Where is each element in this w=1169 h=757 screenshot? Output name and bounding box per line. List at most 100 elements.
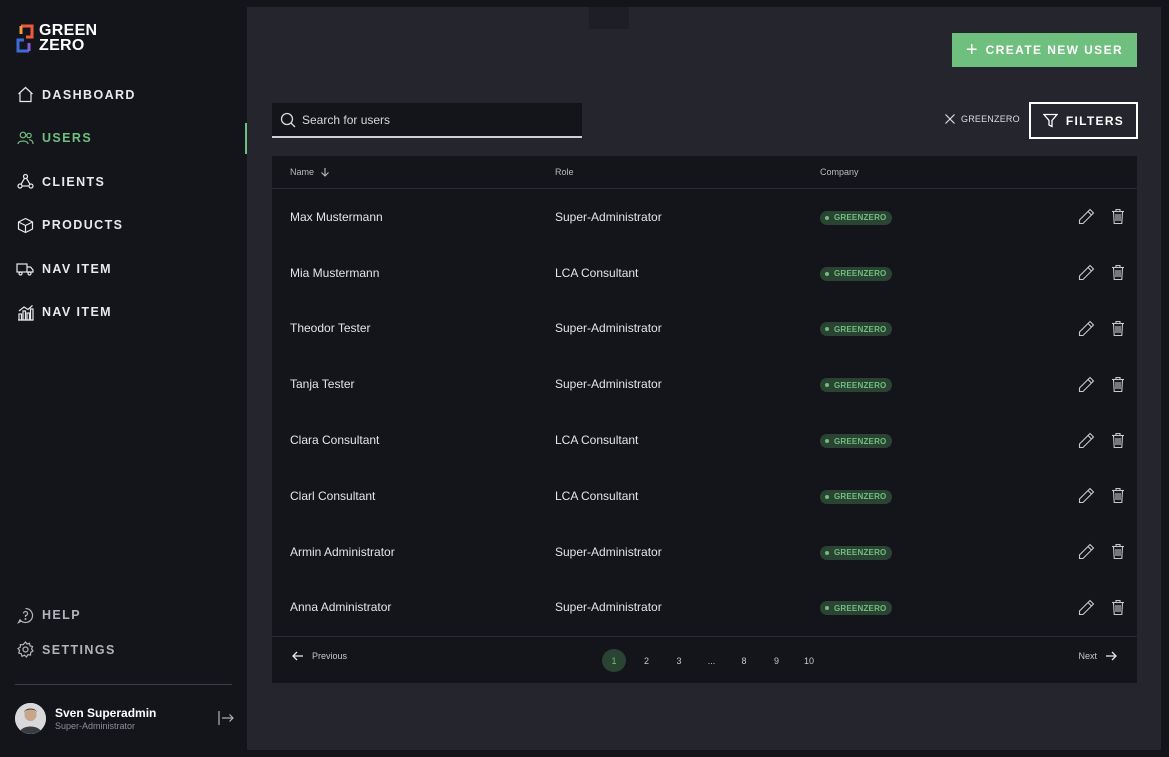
active-filter-label: GREENZERO [961, 114, 1020, 124]
page-number[interactable]: 8 [732, 649, 756, 672]
row-actions [1063, 543, 1127, 561]
header-name-label: Name [290, 167, 315, 177]
close-icon[interactable] [944, 113, 956, 125]
trash-icon[interactable] [1109, 431, 1127, 449]
table-row[interactable]: Armin Administrator Super-Administrator GR… [272, 524, 1137, 580]
sidebar-item-label: PRODUCTS [42, 218, 124, 233]
top-tab-notch [589, 7, 629, 29]
help-icon [16, 606, 34, 624]
truck-icon [16, 260, 34, 278]
page-number[interactable]: 2 [635, 649, 659, 672]
row-actions [1063, 375, 1127, 393]
company-badge-label: GREENZERO [834, 269, 887, 279]
user-name: Max Mustermann [290, 209, 383, 224]
row-actions [1063, 487, 1127, 505]
header-role: Role [555, 167, 574, 177]
user-name: Mia Mustermann [290, 265, 380, 280]
create-new-user-button[interactable]: + CREATE NEW USER [952, 33, 1137, 67]
brand-logo[interactable]: GREEN ZERO [15, 22, 98, 54]
page-number[interactable]: 9 [765, 649, 789, 672]
user-role: Super-Administrator [555, 600, 662, 615]
filters-button[interactable]: FILTERS [1029, 102, 1138, 139]
sidebar-item-label: NAV ITEM [42, 305, 112, 320]
user-role: LCA Consultant [555, 433, 639, 448]
trash-icon[interactable] [1109, 487, 1127, 505]
plus-icon: + [965, 39, 978, 61]
home-icon [16, 86, 34, 104]
page-list: 1 2 3... 8 9 10 [602, 649, 830, 672]
box-icon [16, 216, 34, 234]
status-dot [825, 494, 829, 499]
status-dot [825, 606, 829, 611]
next-page-button[interactable]: Next [1078, 651, 1117, 661]
table-body: Max Mustermann Super-Administrator GREENZE… [272, 189, 1137, 635]
user-profile[interactable]: Sven Superadmin Super-Administrator [15, 702, 235, 734]
arrow-down-icon [321, 168, 329, 177]
company-badge-label: GREENZERO [834, 324, 887, 334]
logout-icon[interactable] [217, 709, 235, 727]
clients-icon [16, 173, 34, 191]
user-name: Clara Consultant [290, 433, 380, 448]
edit-icon[interactable] [1077, 487, 1095, 505]
sidebar-item-label: NAV ITEM [42, 261, 112, 276]
table-row[interactable]: Clara Consultant LCA Consultant GREENZERO [272, 412, 1137, 468]
brand-line-2: ZERO [39, 37, 85, 54]
trash-icon[interactable] [1109, 208, 1127, 226]
edit-icon[interactable] [1077, 598, 1095, 616]
edit-icon[interactable] [1077, 375, 1095, 393]
table-row[interactable]: Theodor Tester Super-Administrator GREENZE… [272, 301, 1137, 357]
edit-icon[interactable] [1077, 264, 1095, 282]
gear-icon [16, 641, 34, 659]
user-name: Anna Administrator [290, 600, 392, 615]
active-filter-chip[interactable]: GREENZERO [944, 113, 1020, 125]
search-icon [280, 112, 296, 127]
sidebar-item-nav-2[interactable]: NAV ITEM [0, 291, 247, 335]
sidebar-item-help[interactable]: HELP [0, 598, 247, 633]
user-role: Super-Administrator [555, 377, 662, 392]
sidebar-item-label: USERS [42, 131, 93, 146]
brand-wordmark: GREEN ZERO [39, 22, 98, 54]
user-role: LCA Consultant [555, 265, 639, 280]
page-number[interactable]: 3 [667, 649, 691, 672]
sidebar-item-settings[interactable]: SETTINGS [0, 633, 247, 668]
previous-page-button[interactable]: Previous [292, 651, 347, 661]
table-row[interactable]: Anna Administrator Super-Administrator GRE… [272, 580, 1137, 636]
trash-icon[interactable] [1109, 375, 1127, 393]
main-nav: DASHBOARD USERS CLIENTS PRODUCTS NAV ITE… [0, 73, 247, 334]
table-row[interactable]: Tanja Tester Super-Administrator GREENZERO [272, 356, 1137, 412]
user-role: Super-Administrator [555, 544, 662, 559]
table-row[interactable]: Clarl Consultant LCA Consultant GREENZERO [272, 468, 1137, 524]
sidebar-item-users[interactable]: USERS [0, 117, 247, 161]
company-cell: GREENZERO [820, 599, 893, 616]
main-panel: + CREATE NEW USER GREENZERO FILTERS Name… [247, 7, 1161, 750]
table-row[interactable]: Max Mustermann Super-Administrator GREENZE… [272, 189, 1137, 245]
edit-icon[interactable] [1077, 431, 1095, 449]
company-badge: GREENZERO [820, 378, 893, 393]
next-label: Next [1078, 651, 1097, 661]
table-header: Name Role Company [272, 156, 1137, 189]
arrow-left-icon [292, 651, 303, 661]
page-number[interactable]: 1 [602, 649, 626, 672]
edit-icon[interactable] [1077, 543, 1095, 561]
search-box[interactable] [272, 103, 582, 138]
sidebar-item-clients[interactable]: CLIENTS [0, 160, 247, 204]
sidebar-item-nav-1[interactable]: NAV ITEM [0, 247, 247, 291]
page-number[interactable]: 10 [797, 649, 821, 672]
user-name: Theodor Tester [290, 321, 371, 336]
page-ellipsis: ... [707, 655, 716, 666]
edit-icon[interactable] [1077, 208, 1095, 226]
trash-icon[interactable] [1109, 264, 1127, 282]
status-dot [825, 550, 829, 555]
search-input[interactable] [302, 112, 572, 127]
edit-icon[interactable] [1077, 319, 1095, 337]
sidebar-item-products[interactable]: PRODUCTS [0, 204, 247, 248]
profile-name: Sven Superadmin [55, 705, 157, 720]
trash-icon[interactable] [1109, 543, 1127, 561]
brand-line-1: GREEN [39, 22, 98, 39]
table-row[interactable]: Mia Mustermann LCA Consultant GREENZERO [272, 245, 1137, 301]
trash-icon[interactable] [1109, 319, 1127, 337]
header-name[interactable]: Name [290, 167, 330, 177]
header-company: Company [820, 167, 859, 177]
sidebar-item-dashboard[interactable]: DASHBOARD [0, 73, 247, 117]
trash-icon[interactable] [1109, 598, 1127, 616]
